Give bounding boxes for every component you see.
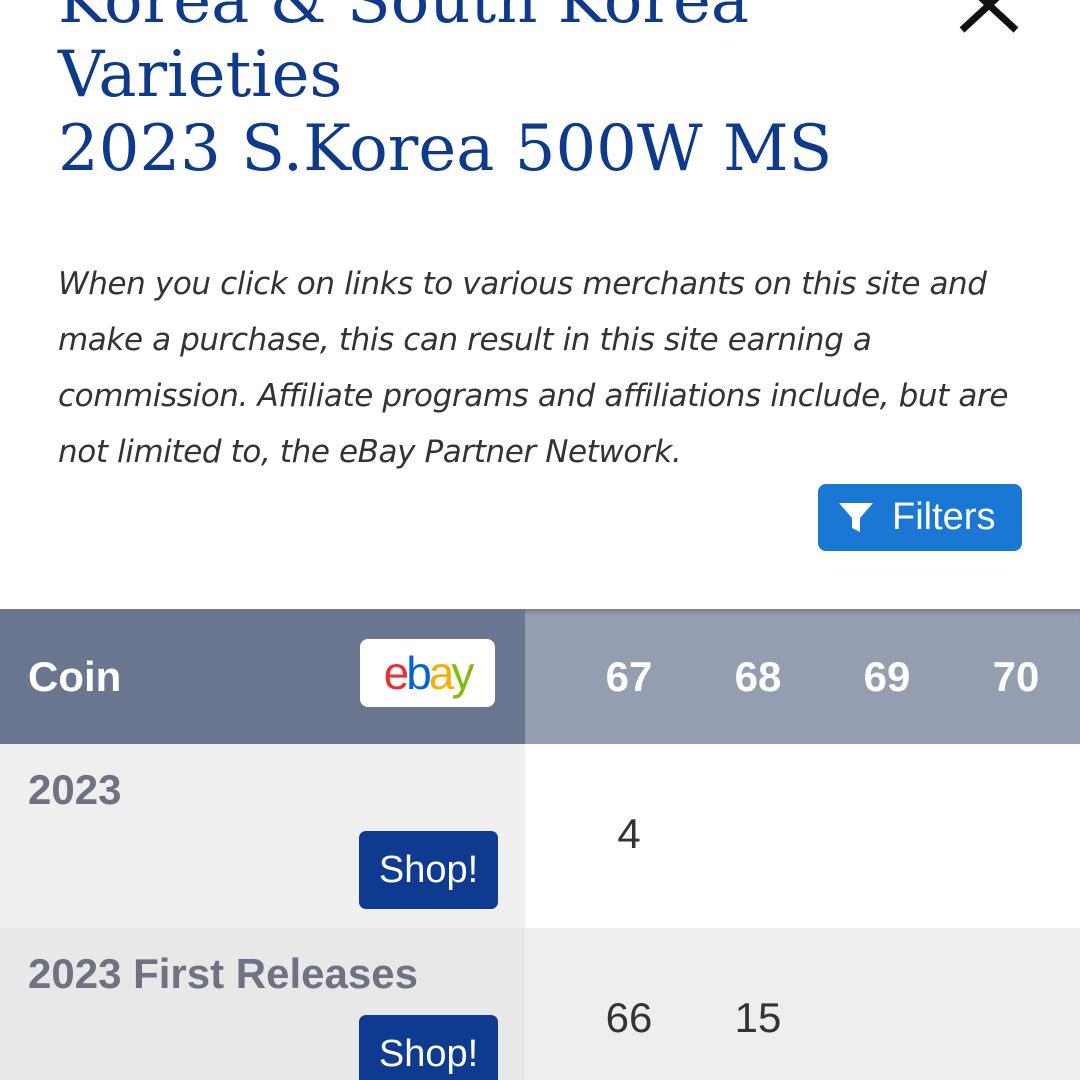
population-table: Coin ebay 67 68 69 70 2023 Shop! 4 2023 … [0, 609, 1080, 1080]
coin-column-header: Coin ebay [0, 609, 525, 744]
coin-name[interactable]: 2023 First Releases [28, 950, 418, 998]
affiliate-disclaimer: When you click on links to various merch… [58, 266, 1009, 470]
coin-cell: 2023 Shop! [0, 744, 525, 928]
population-count: 4 [617, 810, 641, 857]
coin-name[interactable]: 2023 [28, 766, 121, 814]
ebay-logo-letter: y [451, 647, 474, 699]
ebay-logo-letter: a [428, 647, 455, 699]
coin-header-label: Coin [28, 653, 122, 700]
page-title-line: Korea & South Korea [58, 0, 750, 38]
grade-header-67[interactable]: 67 [589, 653, 669, 701]
close-button[interactable] [952, 0, 1026, 36]
filters-button[interactable]: Filters [818, 484, 1022, 551]
grade-header-68[interactable]: 68 [718, 653, 798, 701]
grade-header-70[interactable]: 70 [976, 653, 1056, 701]
table-row: 2023 Shop! 4 [0, 744, 1080, 928]
shop-button[interactable]: Shop! [359, 1015, 498, 1080]
ebay-logo-letter: b [406, 647, 432, 699]
funnel-icon [839, 502, 873, 532]
ebay-logo-letter: e [383, 647, 410, 699]
page-title-line: Varieties [58, 38, 343, 112]
table-header: Coin ebay 67 68 69 70 [0, 609, 1080, 744]
close-icon [959, 0, 1019, 33]
ebay-logo-button[interactable]: ebay [360, 639, 495, 707]
population-count: 66 [605, 994, 653, 1041]
page-title: Korea & South Korea Varieties 2023 S.Kor… [58, 0, 938, 186]
page-title-line: 2023 S.Korea 500W MS [58, 112, 833, 186]
table-row: 2023 First Releases Shop! 66 15 [0, 928, 1080, 1080]
coin-cell: 2023 First Releases Shop! [0, 928, 525, 1080]
filters-button-label: Filters [892, 496, 996, 538]
shop-button[interactable]: Shop! [359, 831, 498, 909]
population-count: 15 [734, 994, 782, 1041]
grade-header-69[interactable]: 69 [847, 653, 927, 701]
